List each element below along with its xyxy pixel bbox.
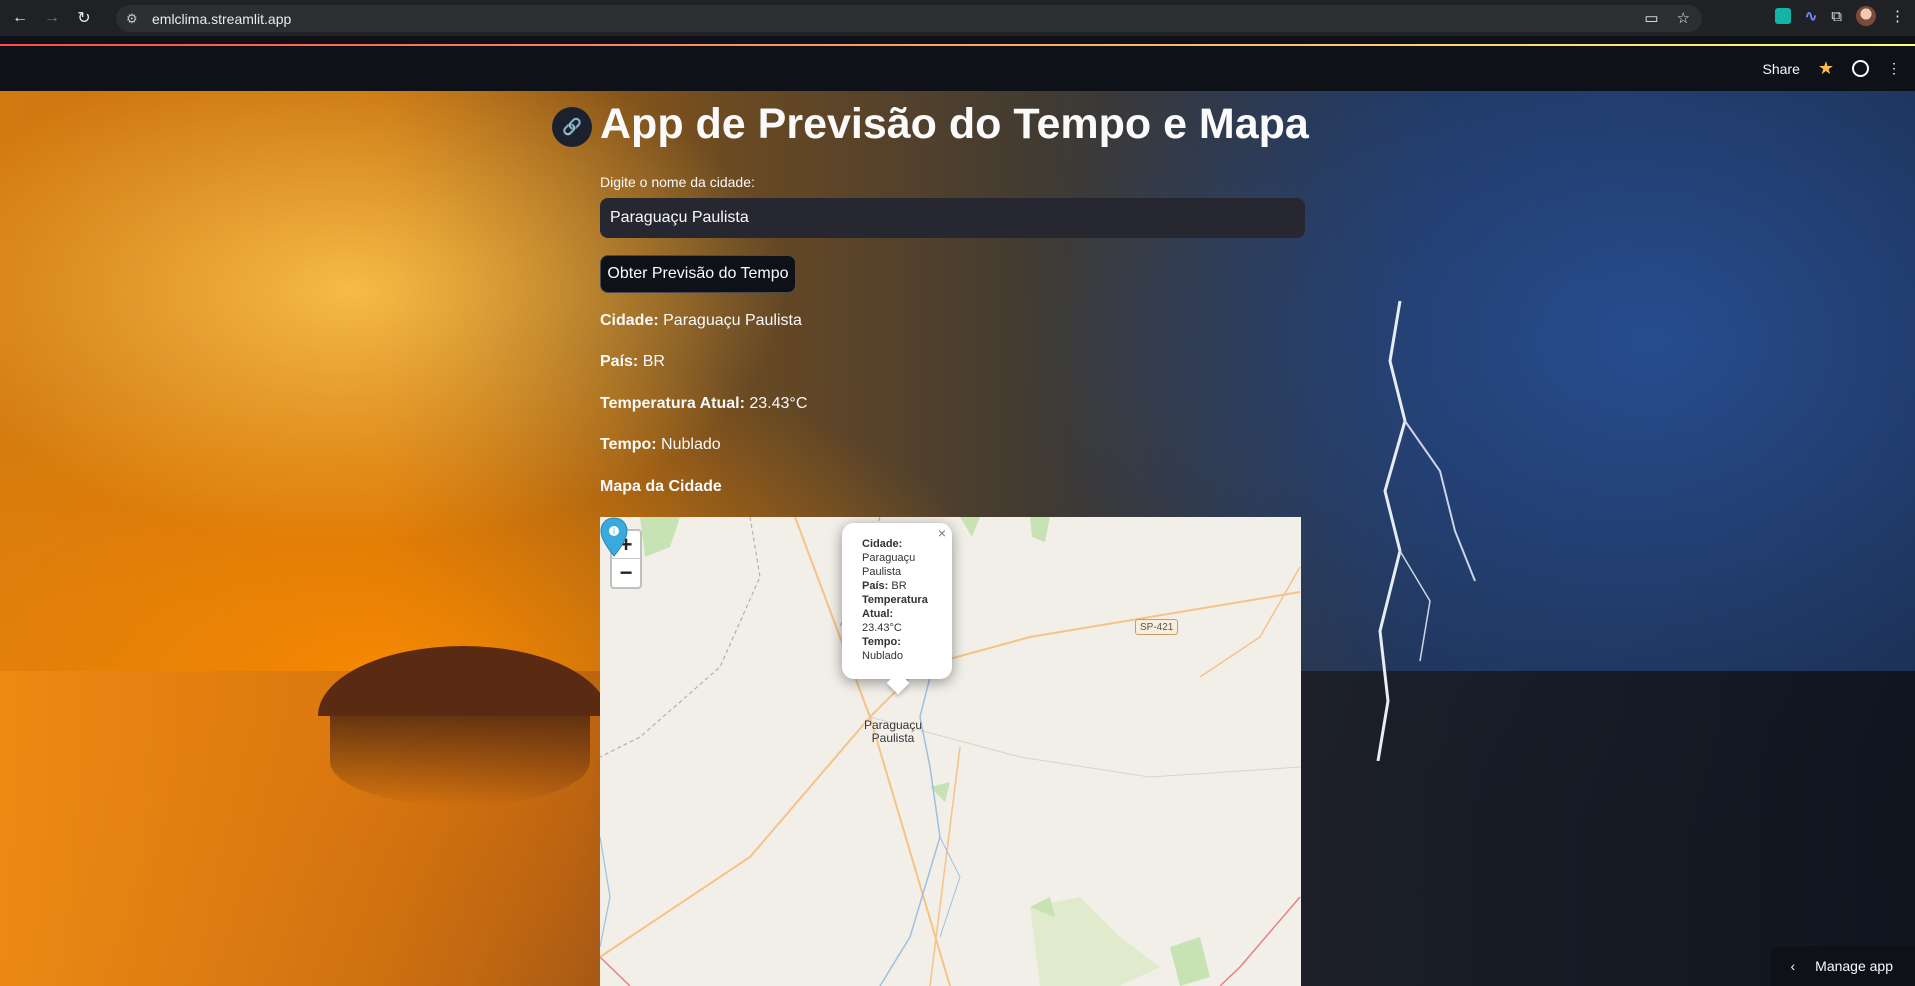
svg-text:i: i xyxy=(613,527,615,536)
site-info-icon[interactable]: ⚙ xyxy=(126,11,144,27)
country-result-value: BR xyxy=(642,353,665,370)
back-icon[interactable]: ← xyxy=(8,6,32,30)
github-icon[interactable] xyxy=(1852,60,1869,77)
map-heading-text: Mapa da Cidade xyxy=(600,478,722,495)
country-result-label: País: xyxy=(600,353,639,370)
profile-avatar[interactable] xyxy=(1856,6,1876,26)
popup-city-value: Paraguaçu Paulista xyxy=(862,552,916,578)
link-anchor-icon[interactable]: 🔗 xyxy=(552,107,592,147)
zoom-out-button[interactable]: − xyxy=(612,559,640,587)
temperature-result-label: Temperatura Atual: xyxy=(600,395,745,412)
manage-app-button[interactable]: ‹ Manage app xyxy=(1770,946,1915,986)
popup-city-label: Cidade: xyxy=(862,538,903,550)
popup-temperature-value: 23.43°C xyxy=(862,622,902,634)
url-text: emlclima.streamlit.app xyxy=(152,10,292,27)
map-city-label: Paraguaçu Paulista xyxy=(863,718,923,745)
map-marker-icon[interactable]: i xyxy=(600,517,628,557)
city-result-value: Paraguaçu Paulista xyxy=(663,312,802,329)
bookmark-star-icon[interactable]: ☆ xyxy=(1677,9,1690,27)
install-app-icon[interactable]: ▭ xyxy=(1644,9,1658,27)
browser-menu-icon[interactable]: ⋮ xyxy=(1890,7,1905,25)
manage-app-label: Manage app xyxy=(1815,958,1893,974)
temperature-result-value: 23.43°C xyxy=(749,395,808,412)
chevron-left-icon: ‹ xyxy=(1790,958,1796,974)
city-result-label: Cidade: xyxy=(600,312,659,329)
popup-country-label: País: xyxy=(862,580,889,592)
extension-icon[interactable] xyxy=(1774,8,1791,24)
share-button[interactable]: Share xyxy=(1763,61,1800,77)
popup-weather-label: Tempo: xyxy=(862,636,901,648)
reload-icon[interactable]: ↻ xyxy=(72,6,96,30)
get-forecast-button[interactable]: Obter Previsão do Tempo xyxy=(600,255,796,293)
map-popup: × Cidade: Paraguaçu Paulista País: BR Tem… xyxy=(842,523,952,679)
page-title: App de Previsão do Tempo e Mapa xyxy=(600,100,1309,148)
road-shield: SP-421 xyxy=(1135,619,1179,635)
lightning-bolt xyxy=(1376,301,1476,761)
popup-weather: Tempo: Nublado xyxy=(862,635,942,663)
weather-result: Tempo: Nublado xyxy=(600,436,721,454)
country-result: País: BR xyxy=(600,353,665,371)
city-result: Cidade: Paraguaçu Paulista xyxy=(600,312,802,330)
island-shape xyxy=(318,646,608,716)
forward-icon[interactable]: → xyxy=(40,6,64,30)
popup-close-button[interactable]: × xyxy=(938,526,946,540)
browser-toolbar: ← → ↻ ⚙ emlclima.streamlit.app ▭ ☆ ∿ ⧉ ⋮ xyxy=(0,0,1915,36)
popup-temperature-label: Temperatura Atual: xyxy=(862,594,928,620)
map-heading: Mapa da Cidade xyxy=(600,478,722,496)
extension-wave-icon[interactable]: ∿ xyxy=(1805,7,1818,25)
popup-city: Cidade: Paraguaçu Paulista xyxy=(862,537,942,579)
popup-country-value: BR xyxy=(891,580,907,592)
popup-country: País: BR xyxy=(862,579,942,593)
island-reflection xyxy=(330,716,590,806)
extensions-puzzle-icon[interactable]: ⧉ xyxy=(1831,8,1842,25)
app-header: Share ★ ⋮ xyxy=(0,46,1915,91)
weather-result-label: Tempo: xyxy=(600,436,657,453)
favorite-star-icon[interactable]: ★ xyxy=(1818,58,1834,79)
city-input[interactable]: Paraguaçu Paulista xyxy=(600,198,1305,238)
city-input-label: Digite o nome da cidade: xyxy=(600,174,755,190)
temperature-result: Temperatura Atual: 23.43°C xyxy=(600,395,807,413)
address-bar[interactable]: ⚙ emlclima.streamlit.app ▭ ☆ xyxy=(116,5,1702,32)
popup-weather-value: Nublado xyxy=(862,650,903,662)
popup-temperature: Temperatura Atual: 23.43°C xyxy=(862,593,942,635)
city-map[interactable]: + − SP-421 × Cidade: Paraguaçu Paulista P… xyxy=(600,517,1301,986)
app-menu-icon[interactable]: ⋮ xyxy=(1887,60,1901,77)
weather-result-value: Nublado xyxy=(661,436,721,453)
